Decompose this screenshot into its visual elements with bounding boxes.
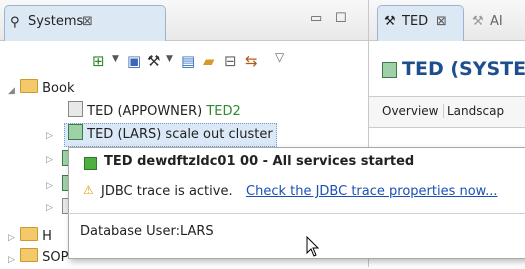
mouse-cursor-icon bbox=[306, 236, 320, 257]
chevron-down-icon[interactable]: ▼ bbox=[166, 54, 173, 64]
monitor-icon[interactable]: ▣ bbox=[127, 51, 141, 71]
tooltip-database-user: Database User:LARS bbox=[80, 224, 214, 239]
tree-item-sop[interactable]: SOP bbox=[20, 247, 68, 269]
sql-console-icon[interactable]: ▤ bbox=[181, 51, 195, 71]
maximize-icon[interactable]: ☐ bbox=[335, 11, 347, 26]
tab-systems-label: Systems bbox=[28, 14, 84, 29]
folder-icon bbox=[20, 227, 38, 241]
tree-item-book[interactable]: Book bbox=[20, 78, 75, 100]
tab-secondary-label[interactable]: AI bbox=[490, 14, 503, 29]
tree-item-h[interactable]: H bbox=[20, 226, 52, 248]
tree-item-label: TED (APPOWNER) bbox=[87, 104, 203, 119]
minimize-icon[interactable]: ▭ bbox=[310, 11, 322, 26]
expand-icon[interactable]: ▷ bbox=[46, 203, 53, 213]
tab-landscape[interactable]: Landscap bbox=[447, 104, 504, 118]
systems-view-icon: ⚲ bbox=[10, 15, 20, 30]
expand-icon[interactable]: ◢ bbox=[8, 86, 15, 96]
status-green-icon bbox=[84, 157, 97, 170]
folder-icon[interactable]: ▰ bbox=[203, 51, 215, 71]
tree-item-suffix: TED2 bbox=[206, 104, 241, 119]
tooltip-warning-text: JDBC trace is active. bbox=[101, 184, 233, 199]
tree-item-label: TED (LARS) scale out cluster bbox=[87, 127, 273, 142]
warning-icon: ⚠ bbox=[83, 183, 94, 197]
add-system-icon[interactable]: ⊞ bbox=[92, 51, 105, 71]
chevron-down-icon[interactable]: ▼ bbox=[112, 54, 119, 64]
editor-title: TED (SYSTE bbox=[402, 58, 525, 80]
system-icon bbox=[68, 124, 83, 140]
tab-overview[interactable]: Overview bbox=[382, 104, 444, 118]
close-icon[interactable]: ⊠ bbox=[436, 14, 447, 29]
expand-icon[interactable]: ▷ bbox=[46, 131, 53, 141]
expand-icon[interactable]: ▷ bbox=[8, 233, 15, 243]
folder-icon bbox=[20, 248, 38, 262]
tools-icon: ⚒ bbox=[384, 14, 396, 29]
close-icon[interactable]: ⊠ bbox=[82, 14, 93, 29]
expand-icon[interactable]: ▷ bbox=[46, 181, 53, 191]
jdbc-trace-link[interactable]: Check the JDBC trace properties now... bbox=[246, 184, 498, 199]
system-icon bbox=[68, 101, 83, 117]
folder-icon bbox=[20, 79, 38, 93]
tree-item-ted-lars[interactable]: TED (LARS) scale out cluster bbox=[64, 123, 277, 147]
expand-icon[interactable]: ▷ bbox=[8, 255, 15, 265]
tools-icon: ⚒ bbox=[472, 14, 484, 29]
tab-ted-label: TED bbox=[402, 14, 429, 29]
collapse-all-icon[interactable]: ⊟ bbox=[224, 51, 237, 71]
tree-item-label: SOP bbox=[42, 250, 69, 265]
tooltip-status-text: TED dewdftzldc01 00 - All services start… bbox=[104, 154, 415, 169]
expand-icon[interactable]: ▷ bbox=[46, 155, 53, 165]
system-icon bbox=[382, 62, 397, 80]
view-menu-icon[interactable]: ▽ bbox=[275, 50, 284, 64]
link-editor-icon[interactable]: ⇆ bbox=[245, 51, 258, 71]
tree-item-label: Book bbox=[42, 81, 75, 96]
tree-item-label: H bbox=[42, 229, 52, 244]
tools-icon[interactable]: ⚒ bbox=[147, 51, 160, 71]
tooltip-divider bbox=[68, 213, 525, 214]
tree-item-ted-appowner[interactable]: TED (APPOWNER) TED2 bbox=[68, 101, 241, 123]
